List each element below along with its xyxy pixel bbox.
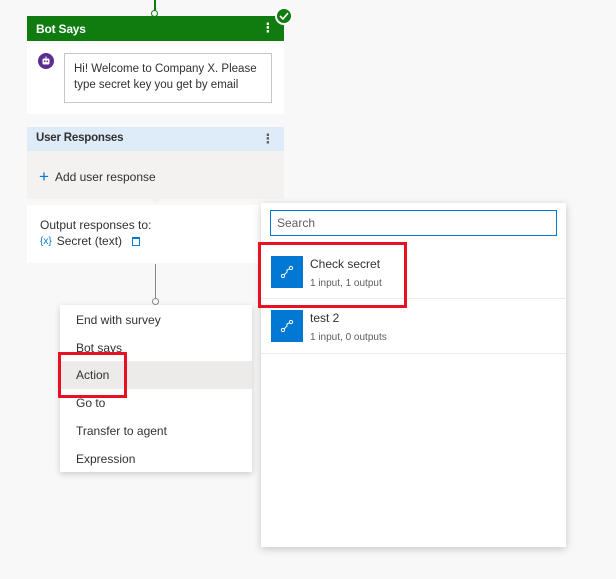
delete-icon[interactable] — [132, 236, 141, 246]
action-search-input[interactable]: Search — [270, 210, 557, 236]
connector-node-bottom[interactable] — [152, 298, 159, 305]
user-responses-more-icon[interactable]: ⋮ — [261, 132, 274, 145]
output-responses-label: Output responses to: — [40, 218, 152, 232]
user-responses-body: + Add user response — [27, 151, 284, 199]
connector-line-bottom — [155, 264, 156, 300]
output-variable-name: Secret (text) — [56, 234, 123, 248]
checkmark-icon — [275, 7, 293, 25]
bot-says-header[interactable]: Bot Says ⋮ — [27, 16, 284, 41]
add-user-response-button[interactable]: + Add user response — [39, 167, 156, 186]
user-responses-header[interactable]: User Responses ⋮ — [27, 127, 284, 151]
action-subtitle: 1 input, 0 outputs — [310, 332, 387, 343]
action-title: test 2 — [310, 311, 340, 325]
highlight-box-check-secret — [258, 242, 407, 308]
variable-icon: {x} — [40, 235, 52, 247]
bot-says-title: Bot Says — [36, 22, 86, 36]
bot-says-body: Hi! Welcome to Company X. Please type se… — [27, 41, 284, 114]
user-responses-title: User Responses — [36, 132, 124, 144]
bot-message-text[interactable]: Hi! Welcome to Company X. Please type se… — [64, 53, 272, 103]
menu-item-end-with-survey[interactable]: End with survey — [60, 306, 252, 334]
add-user-response-label: Add user response — [54, 170, 156, 184]
plus-icon: + — [39, 167, 49, 186]
bot-says-more-icon[interactable]: ⋮ — [261, 21, 274, 34]
flow-icon — [271, 310, 303, 342]
output-variable-chip[interactable]: {x} Secret (text) — [40, 234, 141, 248]
bot-avatar-icon — [38, 53, 54, 69]
response-notch — [150, 198, 162, 204]
menu-item-expression[interactable]: Expression — [60, 445, 252, 473]
action-item-test-2[interactable]: test 2 1 input, 0 outputs — [261, 300, 566, 354]
highlight-box-action — [58, 352, 127, 398]
output-responses-section: Output responses to: {x} Secret (text) — [27, 205, 284, 263]
menu-item-transfer-to-agent[interactable]: Transfer to agent — [60, 417, 252, 445]
